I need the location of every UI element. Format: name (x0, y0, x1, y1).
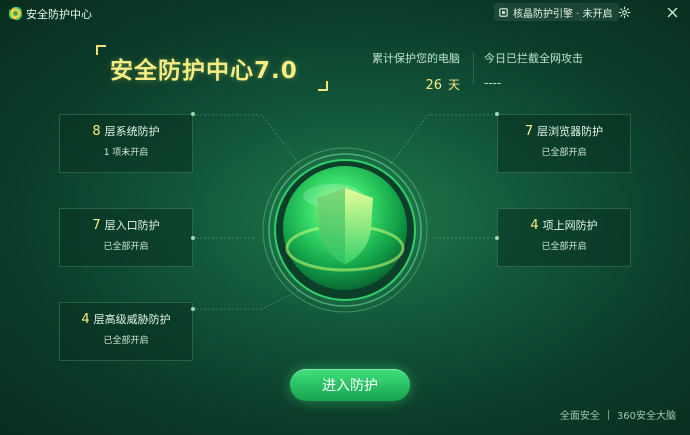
browser-protection-title: 层浏览器防护 (537, 125, 604, 138)
card-node (495, 112, 499, 116)
card-node (191, 236, 195, 240)
protection-orb (247, 132, 443, 328)
full-security-link[interactable]: 全面安全 (560, 407, 600, 422)
card-node (495, 236, 499, 240)
card-node (191, 307, 195, 311)
entry-protection-status: 已全部开启 (103, 242, 149, 252)
card-node (191, 112, 195, 116)
system-protection-count: 8 (92, 124, 101, 139)
entry-protection-card[interactable]: 7 层入口防护 已全部开启 (59, 208, 195, 267)
online-protection-count: 4 (530, 218, 539, 233)
entry-protection-count: 7 (92, 218, 101, 233)
browser-protection-count: 7 (524, 124, 534, 139)
enter-protection-button[interactable]: 进入防护 (290, 369, 410, 401)
threat-protection-status: 已全部开启 (103, 336, 149, 346)
entry-protection-title: 层入口防护 (104, 219, 160, 232)
online-protection-status: 已全部开启 (541, 242, 587, 252)
threat-protection-count: 4 (81, 312, 90, 327)
browser-protection-status: 已全部开启 (541, 148, 587, 158)
footer-links: 全面安全 360安全大脑 (560, 407, 676, 422)
footer-divider (607, 409, 609, 420)
system-protection-title: 层系统防护 (104, 125, 160, 138)
browser-protection-card[interactable]: 7 层浏览器防护 已全部开启 (495, 112, 631, 173)
online-protection-card[interactable]: 4 项上网防护 已全部开启 (495, 208, 631, 267)
system-protection-card[interactable]: 8 层系统防护 1 项未开启 (59, 112, 195, 173)
online-protection-title: 项上网防护 (542, 219, 598, 232)
system-protection-status: 1 项未开启 (103, 148, 149, 158)
security-brain-link[interactable]: 360安全大脑 (617, 407, 676, 422)
threat-protection-title: 层高级威胁防护 (93, 313, 171, 326)
threat-protection-card[interactable]: 4 层高级威胁防护 已全部开启 (59, 302, 195, 361)
